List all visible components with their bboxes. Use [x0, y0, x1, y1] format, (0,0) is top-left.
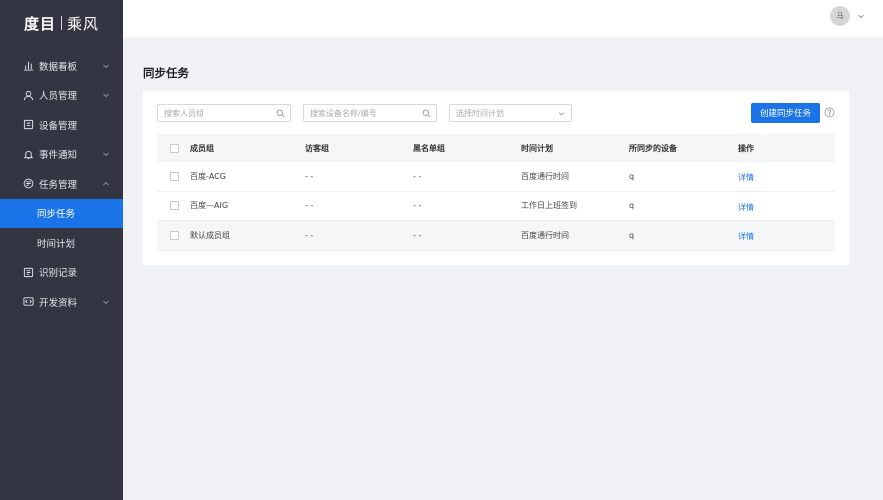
details-link[interactable]: 详情	[738, 202, 754, 213]
placeholder-text: 搜索人员组	[164, 108, 204, 118]
visitor-group-cell: - -	[305, 171, 314, 181]
sidebar-item-label: 任务管理	[39, 179, 78, 191]
column-header: 访客组	[305, 143, 329, 153]
visitor-group-cell: - -	[305, 230, 314, 240]
member-group-cell: 默认成员组	[190, 230, 230, 240]
select-all-checkbox[interactable]	[170, 143, 179, 153]
table-header: 成员组 访客组 黑名单组 时间计划 所同步的设备 操作	[157, 134, 835, 162]
chevron-down-icon	[558, 112, 565, 116]
table-row: 百度-ACG - - - - 百度通行时间 q 详情	[157, 162, 835, 192]
logo: 度目 乘风	[0, 0, 123, 46]
details-link[interactable]: 详情	[738, 231, 754, 242]
column-header: 黑名单组	[413, 143, 445, 153]
sidebar: 度目 乘风 数据看板 人员管理 设备管理 事件通知 任务管理 同步任务 时间计划…	[0, 0, 123, 500]
sidebar-item-label: 开发资料	[39, 297, 78, 309]
sidebar-item-label: 数据看板	[39, 61, 78, 73]
avatar[interactable]: 马	[830, 6, 850, 26]
column-header: 时间计划	[521, 143, 553, 153]
time-plan-select[interactable]: 选择时间计划	[449, 104, 572, 122]
table-row: 默认成员组 - - - - 百度通行时间 q 详情	[157, 221, 835, 251]
sidebar-item-people[interactable]: 人员管理	[0, 81, 123, 111]
logo-main: 度目	[23, 14, 56, 33]
time-plan-cell: 百度通行时间	[521, 230, 569, 240]
sidebar-item-label: 设备管理	[39, 120, 78, 132]
sidebar-item-dashboard[interactable]: 数据看板	[0, 51, 123, 81]
column-header: 操作	[738, 143, 754, 153]
blacklist-group-cell: - -	[413, 171, 422, 181]
chevron-down-icon	[103, 64, 109, 68]
member-group-cell: 百度-ACG	[190, 171, 227, 181]
bar-chart-icon	[23, 60, 34, 71]
device-cell: q	[629, 171, 635, 181]
chevron-down-icon	[103, 93, 109, 98]
sidebar-item-label: 事件通知	[39, 150, 78, 162]
device-icon	[23, 119, 34, 130]
sidebar-item-tasks[interactable]: 任务管理	[0, 169, 123, 199]
sidebar-item-label: 时间计划	[37, 238, 76, 250]
chevron-up-icon	[103, 181, 109, 186]
chevron-down-icon	[103, 152, 109, 157]
logo-sub: 乘风	[67, 14, 100, 33]
row-checkbox[interactable]	[170, 201, 179, 211]
user-icon	[23, 90, 34, 101]
sidebar-item-events[interactable]: 事件通知	[0, 140, 123, 170]
table-row: 百度—AIG - - - - 工作日上班签到 q 详情	[157, 192, 835, 221]
logo-divider	[61, 16, 62, 30]
content-card: 搜索人员组 搜索设备名称/编号 选择时间计划 创建同步任务 成员组 访客组 黑名…	[143, 91, 849, 265]
time-plan-cell: 工作日上班签到	[521, 201, 577, 211]
member-group-cell: 百度—AIG	[190, 201, 229, 211]
sidebar-nav: 数据看板 人员管理 设备管理 事件通知 任务管理 同步任务 时间计划 识别记录 …	[0, 51, 123, 317]
top-header: 马	[123, 0, 883, 37]
record-icon	[23, 267, 34, 278]
sidebar-item-label: 人员管理	[39, 91, 78, 103]
chevron-down-icon[interactable]	[857, 12, 865, 20]
help-icon[interactable]	[824, 107, 835, 118]
row-checkbox[interactable]	[170, 171, 179, 181]
sidebar-item-records[interactable]: 识别记录	[0, 258, 123, 288]
bell-icon	[23, 149, 34, 160]
visitor-group-cell: - -	[305, 201, 314, 211]
page-title: 同步任务	[143, 66, 189, 80]
code-icon	[23, 296, 34, 307]
sidebar-item-label: 同步任务	[37, 209, 76, 221]
sidebar-item-devices[interactable]: 设备管理	[0, 110, 123, 140]
placeholder-text: 搜索设备名称/编号	[310, 108, 377, 118]
create-sync-task-button[interactable]: 创建同步任务	[751, 103, 820, 123]
device-search-input[interactable]: 搜索设备名称/编号	[303, 104, 437, 122]
column-header: 成员组	[190, 143, 214, 153]
sidebar-item-time-plan[interactable]: 时间计划	[0, 228, 123, 258]
sidebar-item-label: 识别记录	[39, 268, 78, 280]
time-plan-cell: 百度通行时间	[521, 171, 569, 181]
sidebar-item-sync-tasks[interactable]: 同步任务	[0, 198, 123, 228]
task-icon	[23, 178, 34, 189]
blacklist-group-cell: - -	[413, 201, 422, 211]
device-cell: q	[629, 201, 635, 211]
device-cell: q	[629, 230, 635, 240]
sync-task-table: 成员组 访客组 黑名单组 时间计划 所同步的设备 操作 百度-ACG - - -…	[157, 134, 835, 251]
blacklist-group-cell: - -	[413, 230, 422, 240]
column-header: 所同步的设备	[629, 143, 677, 153]
placeholder-text: 选择时间计划	[456, 108, 504, 118]
chevron-down-icon	[103, 300, 109, 304]
member-group-search-input[interactable]: 搜索人员组	[157, 104, 291, 122]
details-link[interactable]: 详情	[738, 172, 754, 183]
search-icon	[276, 109, 285, 118]
search-icon	[422, 109, 431, 118]
sidebar-item-dev-docs[interactable]: 开发资料	[0, 287, 123, 317]
row-checkbox[interactable]	[170, 230, 179, 240]
